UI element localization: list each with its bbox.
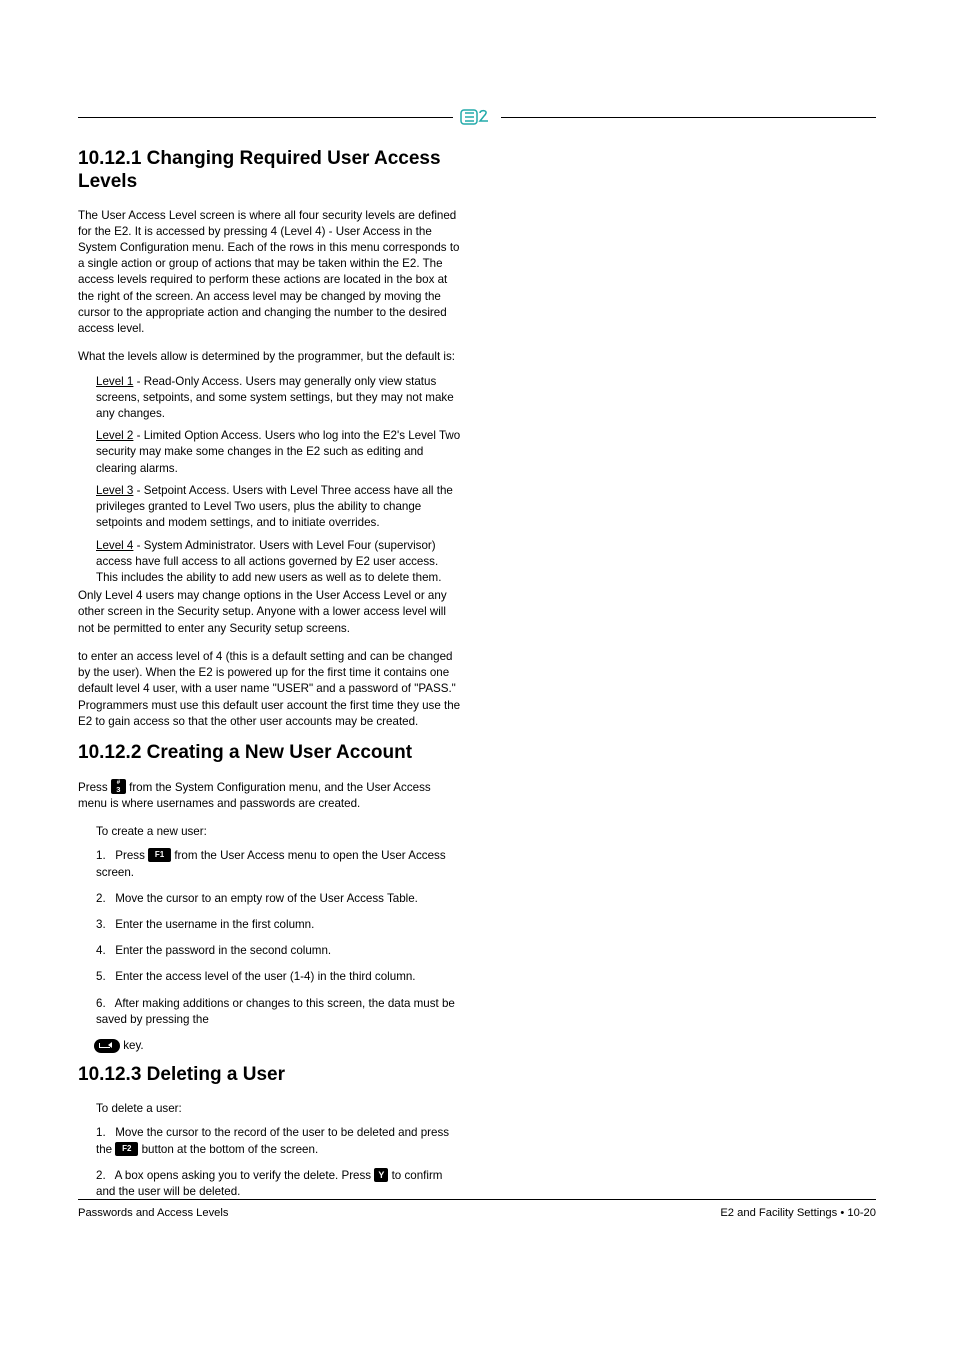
step-number: 5. [96, 969, 112, 985]
footer-rule [78, 1199, 876, 1200]
paragraph: To delete a user: [96, 1101, 462, 1117]
footer-left: Passwords and Access Levels [78, 1206, 228, 1222]
level-sep: - [137, 539, 144, 552]
step-text: Press [115, 849, 148, 862]
step-text: Enter the password in the second column. [115, 944, 331, 957]
step-2: 2. A box opens asking you to verify the … [96, 1168, 462, 1200]
paragraph: What the levels allow is determined by t… [78, 349, 462, 365]
text-fragment: key. [123, 1039, 143, 1052]
body-columns: 10.12.1 Changing Required User Access Le… [78, 148, 876, 1218]
level-name: Level 3 [96, 484, 133, 497]
heading-10-12-3: 10.12.3 Deleting a User [78, 1064, 462, 1087]
paragraph: Press #3 from the System Configuration m… [78, 779, 462, 812]
level-name: Level 4 [96, 539, 133, 552]
step-number: 2. [96, 891, 112, 907]
step-6-cont: key. [94, 1038, 462, 1054]
text-fragment: Press [78, 781, 111, 794]
key-3: #3 [111, 779, 126, 794]
step-number: 6. [96, 996, 112, 1012]
level-name: Level 2 [96, 429, 133, 442]
step-1: 1. Press F1 from the User Access menu to… [96, 848, 462, 880]
level-head-1: Level 1 - Read-Only Access. Users may ge… [96, 374, 462, 423]
paragraph: To create a new user: [96, 824, 462, 840]
heading-10-12-2: 10.12.2 Creating a New User Account [78, 742, 462, 765]
step-4: 4. Enter the password in the second colu… [96, 943, 462, 959]
level-title: Read-Only Access. [144, 375, 243, 388]
text-fragment: from the System Configuration menu, and … [78, 781, 431, 810]
step-text: Enter the username in the first column. [115, 918, 314, 931]
level-sep: - [137, 375, 144, 388]
enter-key-icon [94, 1039, 120, 1053]
level-head-4: Level 4 - System Administrator. Users wi… [96, 538, 462, 587]
page-footer: Passwords and Access Levels E2 and Facil… [78, 1206, 876, 1222]
paragraph: Only Level 4 users may change options in… [78, 588, 462, 637]
step-text: Enter the access level of the user (1-4)… [115, 970, 415, 983]
paragraph: The User Access Level screen is where al… [78, 208, 462, 338]
step-text: After making additions or changes to thi… [96, 997, 455, 1026]
step-text: Move the cursor to an empty row of the U… [115, 892, 418, 905]
step-6: 6. After making additions or changes to … [96, 996, 462, 1028]
step-text: button at the bottom of the screen. [142, 1143, 319, 1156]
step-3: 3. Enter the username in the first colum… [96, 917, 462, 933]
level-title: Setpoint Access. [144, 484, 230, 497]
step-number: 1. [96, 1125, 112, 1141]
header-rule [78, 110, 876, 124]
step-number: 3. [96, 917, 112, 933]
key-y: Y [374, 1168, 388, 1182]
key-f1: F1 [148, 848, 171, 862]
step-1: 1. Move the cursor to the record of the … [96, 1125, 462, 1157]
level-title: System Administrator. [144, 539, 256, 552]
step-number: 2. [96, 1168, 112, 1184]
level-head-2: Level 2 - Limited Option Access. Users w… [96, 428, 462, 477]
step-number: 4. [96, 943, 112, 959]
level-title: Limited Option Access. [144, 429, 262, 442]
level-sep: - [137, 429, 144, 442]
paragraph: to enter an access level of 4 (this is a… [78, 649, 462, 730]
level-head-3: Level 3 - Setpoint Access. Users with Le… [96, 483, 462, 532]
key-f2: F2 [115, 1142, 138, 1156]
footer-right: E2 and Facility Settings • 10-20 [720, 1206, 876, 1222]
e2-logo [453, 109, 501, 125]
step-2: 2. Move the cursor to an empty row of th… [96, 891, 462, 907]
heading-10-12-1: 10.12.1 Changing Required User Access Le… [78, 148, 462, 194]
step-text: A box opens asking you to verify the del… [115, 1169, 375, 1182]
step-number: 1. [96, 848, 112, 864]
level-name: Level 1 [96, 375, 133, 388]
step-5: 5. Enter the access level of the user (1… [96, 969, 462, 985]
level-sep: - [137, 484, 144, 497]
